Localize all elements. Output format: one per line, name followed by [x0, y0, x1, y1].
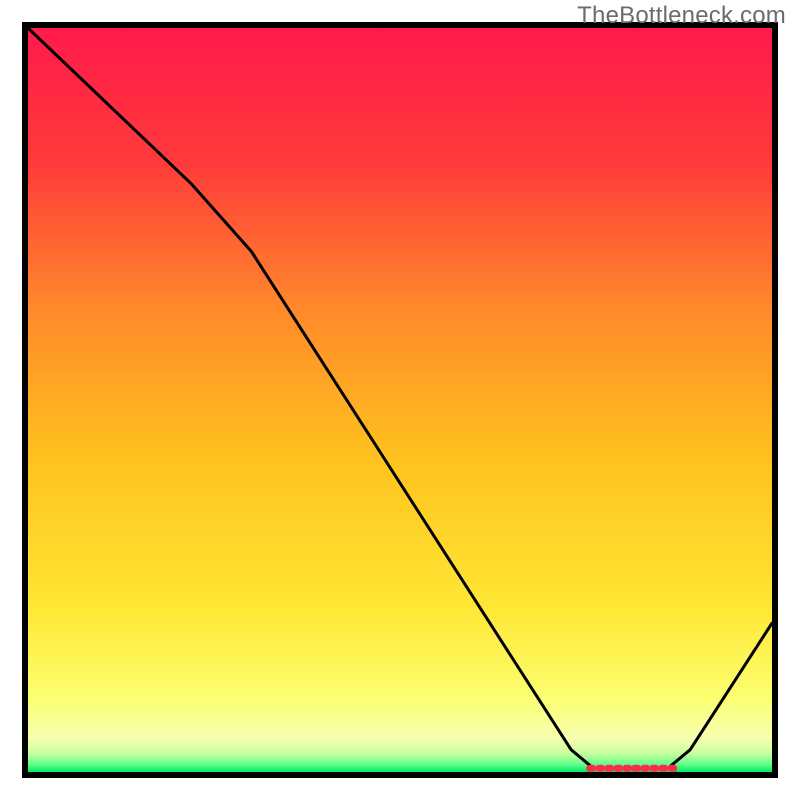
watermark-text: TheBottleneck.com — [577, 2, 786, 30]
gradient-background — [28, 28, 772, 772]
chart-container: TheBottleneck.com — [0, 0, 800, 800]
bottleneck-chart — [0, 0, 800, 800]
